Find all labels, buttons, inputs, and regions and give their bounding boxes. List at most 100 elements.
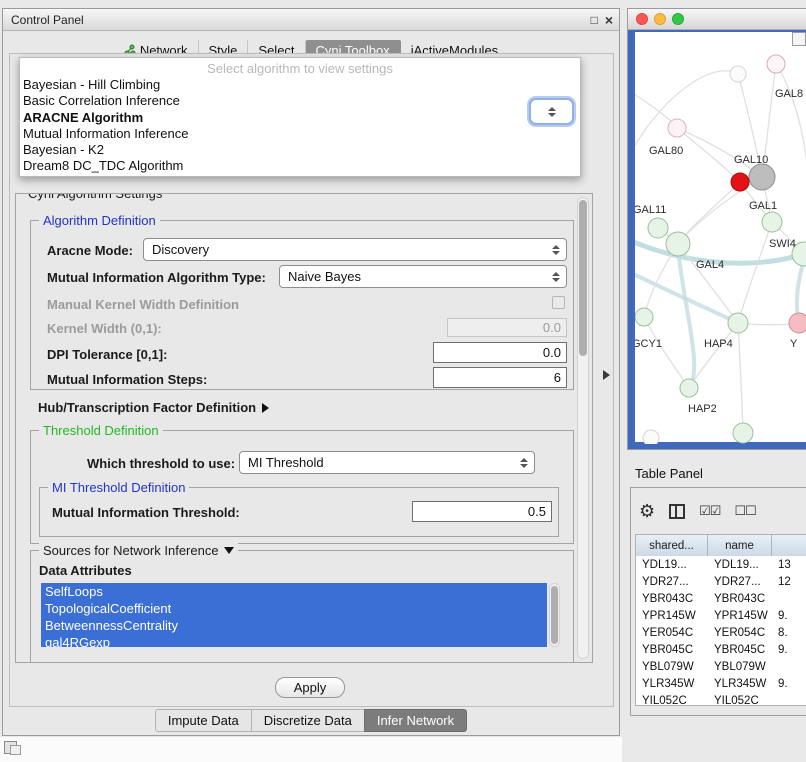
table-row[interactable]: YBL079W YBL079W [636,658,806,675]
settings-scrollbar[interactable] [577,197,589,659]
network-node-gal10[interactable] [749,164,775,190]
node-label: GAL80 [649,145,683,157]
columns-icon[interactable] [669,504,685,519]
aracne-mode-label: Aracne Mode: [47,243,133,258]
network-node-gal1[interactable] [762,212,782,232]
network-window-titlebar[interactable] [628,9,806,30]
node-label: GAL1 [749,200,777,212]
tab-discretize-data[interactable]: Discretize Data [251,709,365,732]
aracne-mode-combo[interactable]: Discovery [143,238,567,261]
table-panel-window: ⚙ ☑☑ ☐☐ shared... name YDL19... YDL19...… [630,487,806,716]
gear-icon[interactable]: ⚙ [639,502,655,520]
node-label: GAL8 [775,88,803,100]
threshold-definition-group: Threshold Definition Which threshold to … [30,430,574,544]
birdseye-toggle[interactable] [792,32,806,46]
tab-infer-network[interactable]: Infer Network [364,709,467,732]
network-node-gal4[interactable] [666,232,690,256]
dropdown-option-selected[interactable]: ARACNE Algorithm [20,110,580,126]
window-title: Control Panel [3,13,84,27]
which-threshold-combo[interactable]: MI Threshold [239,451,535,474]
sources-group-title[interactable]: Sources for Network Inference [39,543,238,558]
network-node-hap4[interactable] [728,313,748,333]
cell [772,590,806,607]
mi-steps-field[interactable] [433,367,567,388]
network-edge [644,317,689,388]
attribute-item-selected[interactable]: SelfLoops [41,583,547,600]
dropdown-option[interactable]: Mutual Information Inference [20,126,580,142]
float-window-icon[interactable]: □ [591,14,598,26]
table-row[interactable]: YBR043C YBR043C [636,590,806,607]
attribute-list: SelfLoops TopologicalCoefficient Between… [41,583,547,647]
table-row[interactable]: YDL19... YDL19... 13 [636,556,806,573]
cell: 12 [772,573,806,590]
algorithm-combo-button[interactable] [529,98,574,125]
minimize-button[interactable] [654,13,666,25]
minimized-panel-icon[interactable] [10,745,21,755]
network-view-window: GAL80 GAL10 GAL11 GAL1 SWI4 GAL4 GCY1 HA… [627,8,806,450]
network-graph: GAL80 GAL10 GAL11 GAL1 SWI4 GAL4 GCY1 HA… [635,32,806,444]
mi-steps-label: Mutual Information Steps: [47,372,207,387]
network-edge [677,128,762,177]
mi-threshold-label: Mutual Information Threshold: [52,505,240,520]
close-icon[interactable]: × [605,13,613,27]
table-row[interactable]: YBR045C YBR045C 9. [636,641,806,658]
network-edge [738,323,743,433]
combo-arrows-icon [548,107,556,117]
network-node-red[interactable] [731,173,749,191]
cell: YBR045C [636,641,708,658]
apply-button[interactable]: Apply [275,677,345,698]
attribute-item-selected[interactable]: gal4RGexp [41,634,547,647]
kernel-width-label: Kernel Width (0,1): [47,321,162,336]
mi-threshold-group: MI Threshold Definition Mutual Informati… [39,487,559,537]
threshold-definition-title: Threshold Definition [39,423,163,438]
attribute-item-selected[interactable]: TopologicalCoefficient [41,600,547,617]
attribute-list-scrollbar[interactable] [549,583,560,647]
network-node[interactable] [730,66,746,82]
column-header[interactable] [772,535,806,556]
dropdown-option[interactable]: Bayesian - K2 [20,142,580,158]
manual-kernel-checkbox[interactable] [552,296,565,309]
select-all-rows-icon[interactable]: ☑☑ [699,503,720,519]
dropdown-option[interactable]: Dream8 DC_TDC Algorithm [20,158,580,174]
tab-impute-data[interactable]: Impute Data [155,709,252,732]
network-node-hap2[interactable] [680,379,698,397]
dpi-tolerance-field[interactable] [433,342,567,363]
node-label: SWI4 [769,238,796,250]
network-node-gal80[interactable] [668,119,686,137]
table-row[interactable]: YDR27... YDR27... 12 [636,573,806,590]
hub-definition-toggle[interactable]: Hub/Transcription Factor Definition [38,400,269,415]
mi-type-combo[interactable]: Naive Bayes [279,265,567,288]
column-header-name[interactable]: name [708,535,772,556]
network-node-gal8[interactable] [767,55,785,73]
data-attributes-label: Data Attributes [39,563,132,578]
sources-title-label: Sources for Network Inference [43,543,219,558]
network-node-y[interactable] [789,313,806,333]
network-node[interactable] [643,430,659,444]
splitter-collapse-icon[interactable] [603,370,610,380]
network-node-gal11[interactable] [648,218,668,238]
control-panel-titlebar[interactable]: Control Panel □ × [3,9,619,31]
deselect-all-rows-icon[interactable]: ☐☐ [734,503,755,519]
dropdown-option[interactable]: Bayesian - Hill Climbing [20,77,580,93]
network-node[interactable] [733,423,753,443]
mi-threshold-field[interactable] [412,501,552,522]
table-row[interactable]: YIL052C YIL052C [636,692,806,706]
mi-threshold-group-title: MI Threshold Definition [48,480,189,495]
zoom-button[interactable] [672,13,684,25]
table-row[interactable]: YLR345W YLR345W 9. [636,675,806,692]
table-row[interactable]: YPR145W YPR145W 9. [636,607,806,624]
attribute-item-selected[interactable]: BetweennessCentrality [41,617,547,634]
close-button[interactable] [636,13,648,25]
table-row[interactable]: YER054C YER054C 8. [636,624,806,641]
dropdown-option[interactable]: Basic Correlation Inference [20,93,580,109]
column-header-shared-name[interactable]: shared... [636,535,708,556]
cell: 9. [772,675,806,692]
manual-kernel-label: Manual Kernel Width Definition [47,297,239,312]
network-node-gcy1[interactable] [635,308,653,326]
network-canvas[interactable]: GAL80 GAL10 GAL11 GAL1 SWI4 GAL4 GCY1 HA… [628,30,806,449]
network-edge [689,323,738,388]
sources-group: Sources for Network Inference Data Attri… [30,550,574,663]
mi-type-label: Mutual Information Algorithm Type: [47,270,266,285]
combo-arrows-icon [520,458,528,468]
which-threshold-label: Which threshold to use: [87,456,235,471]
